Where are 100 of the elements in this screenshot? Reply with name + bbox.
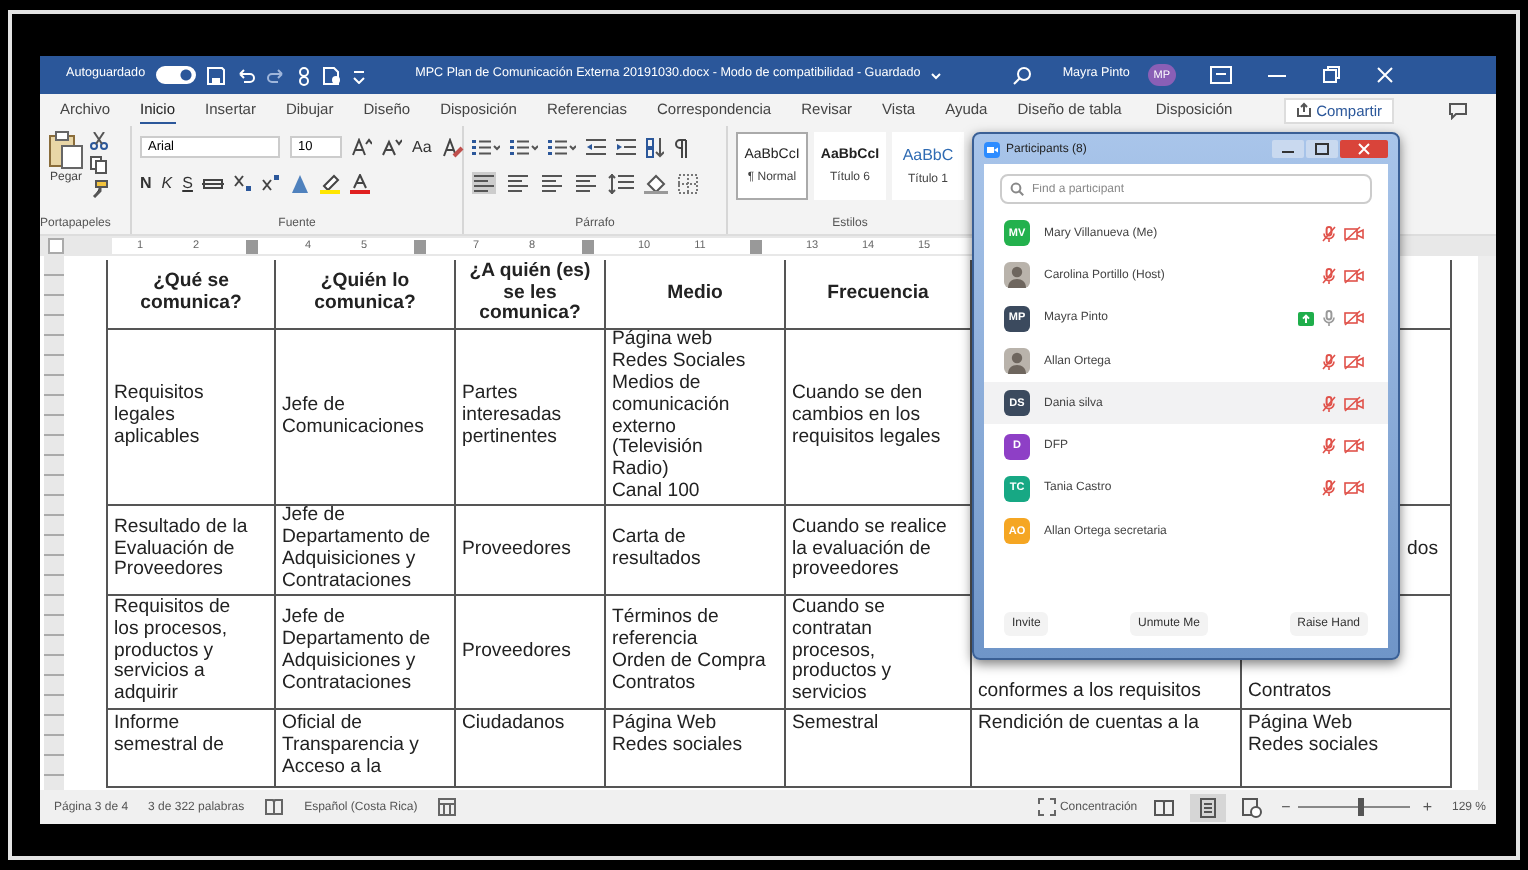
line-spacing-icon[interactable]	[608, 173, 634, 193]
table-cell: dos	[1407, 537, 1438, 560]
column-header: ¿A quién (es) se les comunica?	[469, 259, 591, 325]
video-off-icon[interactable]	[1344, 480, 1364, 497]
table-cell: Partes interesadas pertinentes	[462, 382, 562, 448]
ribbon-display-icon[interactable]	[1209, 66, 1232, 84]
borders-icon[interactable]	[678, 173, 698, 193]
save-icon[interactable]	[205, 65, 226, 85]
multilevel-list-icon[interactable]	[548, 138, 576, 156]
text-effects-icon[interactable]	[290, 173, 311, 193]
video-off-icon[interactable]	[1344, 225, 1364, 242]
strikethrough-icon[interactable]	[202, 175, 225, 191]
bullets-icon[interactable]	[472, 138, 500, 156]
clear-formatting-icon[interactable]	[441, 137, 464, 157]
minimize-icon[interactable]	[1272, 140, 1304, 158]
table-cell: Página Web Redes sociales	[1248, 712, 1379, 756]
subscript-icon[interactable]	[234, 174, 253, 192]
shading-icon[interactable]	[644, 173, 668, 193]
autosave-toggle[interactable]	[155, 66, 196, 84]
column-marker[interactable]	[750, 239, 762, 253]
change-case-button[interactable]: Aa	[412, 138, 432, 156]
restore-icon[interactable]	[1321, 66, 1340, 84]
pilcrow-icon[interactable]	[674, 137, 688, 157]
justify-icon[interactable]	[574, 172, 598, 194]
customize-toolbar-icon[interactable]	[351, 67, 366, 83]
maximize-icon[interactable]	[1306, 140, 1338, 158]
table-cell: Carta de resultados	[612, 526, 701, 570]
table-cell: Contratos	[1248, 680, 1332, 703]
table-cell: Rendición de cuentas a la	[978, 712, 1199, 734]
grow-font-icon[interactable]	[352, 138, 372, 156]
bold-button[interactable]: N	[140, 174, 152, 192]
redo-icon[interactable]	[265, 65, 286, 85]
decrease-indent-icon[interactable]	[586, 138, 606, 156]
print-layout-button[interactable]	[1189, 793, 1226, 821]
table-cell: Página web Redes Sociales Medios de comunicación externo (Televisión Radio) Canal 100	[612, 328, 746, 502]
close-icon[interactable]	[1340, 140, 1388, 158]
video-off-icon[interactable]	[1344, 267, 1364, 284]
underline-button[interactable]: S	[182, 174, 193, 192]
avatar-silhouette	[1004, 348, 1030, 375]
focus-icon	[1037, 798, 1056, 816]
format-painter-icon[interactable]	[90, 180, 108, 198]
vertical-scrollbar[interactable]	[1478, 256, 1496, 790]
book-icon	[1153, 799, 1174, 815]
align-right-icon[interactable]	[540, 172, 564, 194]
close-icon[interactable]	[1375, 66, 1394, 84]
mic-muted-icon[interactable]	[1322, 438, 1336, 455]
numbering-icon[interactable]	[510, 138, 538, 156]
table-cell: Cuando se realice la evaluación de proveedores	[792, 515, 947, 581]
zoom-in-button[interactable]: +	[1422, 798, 1432, 816]
font-color-icon[interactable]	[350, 173, 371, 193]
column-marker[interactable]	[246, 239, 258, 253]
proofing-book-icon[interactable]	[264, 798, 285, 816]
print-preview-icon[interactable]	[321, 65, 342, 85]
video-off-icon[interactable]	[1344, 438, 1364, 455]
align-center-icon[interactable]	[506, 172, 530, 194]
video-off-icon[interactable]	[1344, 310, 1364, 327]
table-cell: Página Web Redes sociales	[612, 712, 743, 756]
column-header: ¿Quién lo comunica?	[314, 270, 416, 314]
caret-icon[interactable]	[930, 69, 943, 81]
accessibility-icon[interactable]	[437, 798, 456, 816]
table-cell: Semestral	[792, 712, 879, 734]
cut-icon[interactable]	[90, 132, 108, 150]
search-icon[interactable]	[1012, 65, 1033, 85]
undo-icon[interactable]	[235, 65, 256, 85]
column-marker[interactable]	[582, 239, 594, 253]
column-header: ¿Qué se comunica?	[140, 270, 242, 314]
video-off-icon[interactable]	[1344, 395, 1364, 412]
sort-icon[interactable]	[646, 137, 664, 157]
table-cell: Ciudadanos	[462, 712, 565, 734]
table-cell: Resultado de la Evaluación de Proveedores	[114, 515, 248, 581]
video-off-icon[interactable]	[1344, 353, 1364, 370]
comments-icon[interactable]	[1448, 101, 1468, 119]
mic-muted-icon[interactable]	[1322, 225, 1336, 242]
highlight-icon[interactable]	[320, 173, 341, 193]
increase-indent-icon[interactable]	[616, 138, 636, 156]
avatar-silhouette	[1004, 262, 1030, 289]
web-page-icon	[1241, 797, 1262, 817]
copy-icon[interactable]	[90, 156, 108, 174]
mic-muted-icon[interactable]	[1322, 395, 1336, 412]
table-cell: Términos de referencia Orden de Compra Contratos	[612, 606, 766, 694]
column-marker[interactable]	[414, 239, 426, 253]
align-left-icon[interactable]	[472, 172, 496, 194]
mic-muted-icon[interactable]	[1322, 480, 1336, 497]
table-cell: Proveedores	[462, 639, 571, 662]
app-icon	[984, 141, 1000, 157]
table-cell: Requisitos legales aplicables	[114, 382, 204, 448]
table-cell: Proveedores	[462, 537, 571, 560]
mic-muted-icon[interactable]	[1322, 267, 1336, 284]
superscript-icon[interactable]	[262, 174, 281, 192]
table-cell: Jefe de Departamento de Adquisiciones y Contrataciones	[282, 504, 431, 592]
mic-muted-icon[interactable]	[1322, 353, 1336, 370]
zoom-out-button[interactable]: −	[1281, 798, 1291, 816]
column-header: Medio	[667, 281, 723, 304]
table-cell: Informe semestral de	[114, 712, 224, 756]
mic-icon[interactable]	[1322, 310, 1336, 327]
shrink-font-icon[interactable]	[382, 138, 402, 156]
column-header: Frecuencia	[827, 281, 929, 304]
italic-button[interactable]: K	[161, 174, 173, 192]
slider-thumb[interactable]	[1357, 798, 1364, 816]
table-cell: conformes a los requisitos	[978, 680, 1201, 703]
